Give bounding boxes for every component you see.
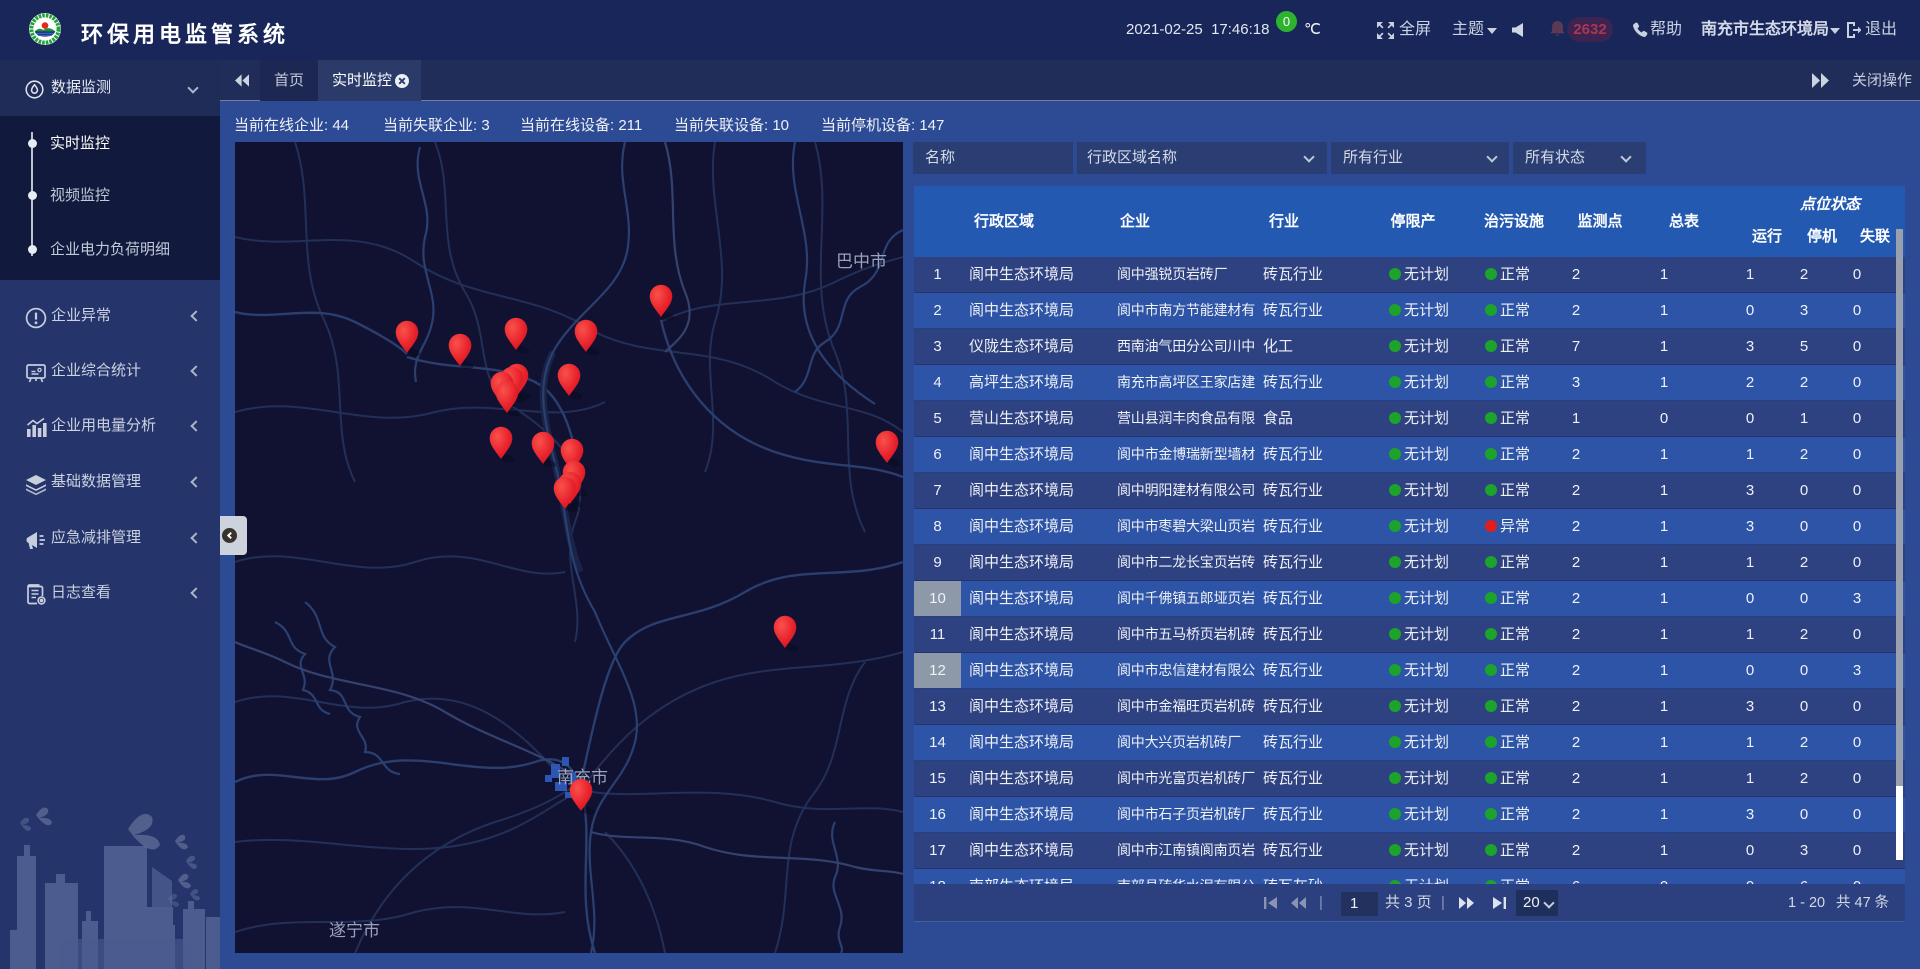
svg-text:遂宁市: 遂宁市: [329, 921, 380, 940]
svg-text:巴中市: 巴中市: [836, 252, 887, 271]
